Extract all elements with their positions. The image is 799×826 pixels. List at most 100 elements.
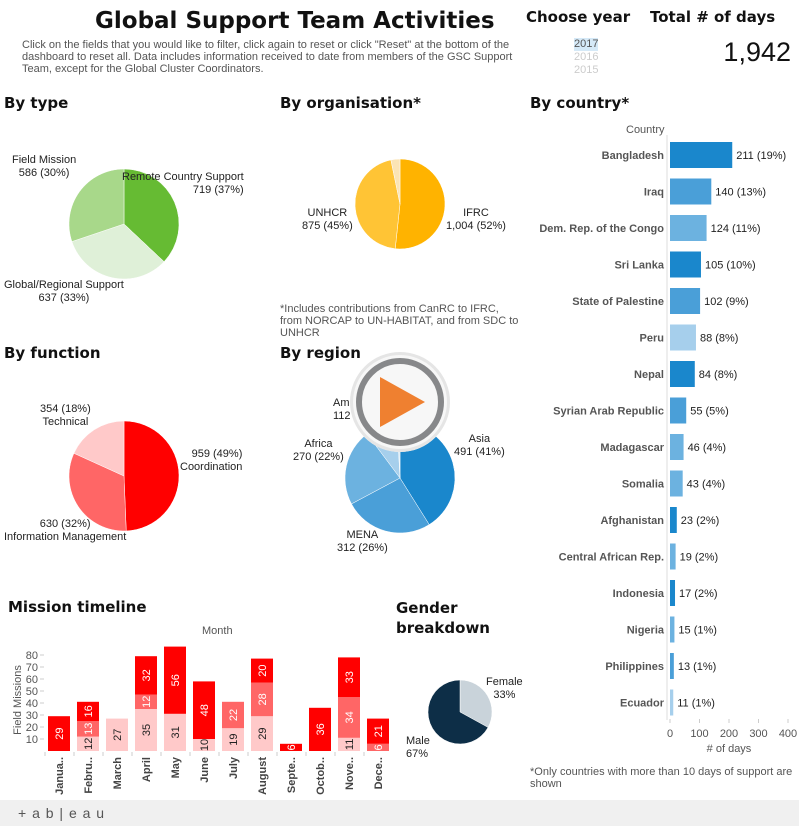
timeline-y-tick-label: 30 [26,710,38,722]
timeline-segment-label: 34 [344,711,356,723]
org-slice-ifrc[interactable] [394,158,446,250]
country-bar[interactable] [670,361,695,387]
timeline-y-tick-label: 40 [26,698,38,710]
timeline-y-tick-label: 80 [26,650,38,662]
timeline-column-header: Month [202,625,233,637]
timeline-segment-label: 10 [199,739,211,751]
timeline-month-label: Dece.. [373,757,385,789]
region-label-mena: MENA 312 (26%) [337,529,388,554]
country-bar[interactable] [670,507,677,533]
timeline-segment-label: 12 [83,738,95,750]
country-label: Bangladesh [602,150,665,162]
country-bar[interactable] [670,397,687,424]
type-label-field-mission: Field Mission 586 (30%) [12,154,77,179]
timeline-segment-label: 35 [141,724,153,736]
country-value-label: 46 (4%) [688,442,727,454]
timeline-month-label: Nove.. [344,757,356,790]
country-label: Somalia [622,479,665,491]
region-label-asia: Asia 491 (41%) [454,433,505,458]
country-value-label: 124 (11%) [711,223,761,235]
timeline-segment-label: 19 [228,733,240,745]
country-value-label: 102 (9%) [704,296,749,308]
country-bar[interactable] [670,689,674,716]
country-value-label: 88 (8%) [700,333,739,345]
country-label: Central African Rep. [559,552,664,564]
timeline-month-label: Septe.. [286,757,298,793]
country-bar[interactable] [670,543,676,570]
timeline-segment-label: 29 [257,727,269,739]
timeline-month-label: Janua.. [54,757,66,795]
gender-label-female: Female 33% [486,676,523,701]
organisation-note: *Includes contributions from CanRC to IF… [280,303,519,339]
timeline-bar-chart: Field Missions102030405060708029Janua..1… [12,646,389,795]
country-bar[interactable] [670,215,707,241]
timeline-segment-label: 32 [141,669,153,681]
country-bar[interactable] [670,178,712,205]
org-label-unhcr: UNHCR 875 (45%) [302,207,353,232]
type-label-global: Global/Regional Support 637 (33%) [4,279,124,304]
org-label-ifrc: IFRC 1,004 (52%) [446,207,506,232]
timeline-segment-label: 27 [112,729,124,741]
timeline-y-tick-label: 10 [26,734,38,746]
country-label: Madagascar [600,442,664,454]
play-button[interactable] [350,352,450,452]
timeline-segment-label: 6 [286,744,298,750]
country-bar[interactable] [670,470,683,497]
timeline-month-label: July [228,756,240,779]
function-label-im: 630 (32%) Information Management [4,518,127,543]
play-icon [380,377,425,427]
timeline-segment-label: 6 [373,744,385,750]
country-value-label: 23 (2%) [681,515,720,527]
country-label: Peru [640,333,664,345]
timeline-segment-label: 56 [170,674,182,686]
timeline-segment-label: 31 [170,726,182,738]
country-label: Dem. Rep. of the Congo [539,223,664,235]
country-axis-title: # of days [707,743,752,755]
timeline-segment-label: 11 [344,739,356,750]
timeline-segment-label: 21 [373,725,385,737]
country-bar[interactable] [670,251,701,278]
timeline-segment-label: 13 [83,723,95,735]
org-slice-unhcr[interactable] [354,159,401,250]
timeline-y-tick-label: 60 [26,674,38,686]
country-bar-chart: Bangladesh 211 (19%) Iraq 140 (13%) Dem. Rep… [539,135,797,755]
country-value-label: 15 (1%) [678,625,717,637]
country-label: Iraq [644,187,664,199]
country-bar[interactable] [670,653,674,679]
country-bar[interactable] [670,142,733,168]
timeline-segment-label: 48 [199,704,211,716]
function-slice-coordination[interactable] [123,420,180,532]
country-label: Syrian Arab Republic [553,406,664,418]
tableau-logo[interactable]: + a b | e a u [18,805,105,821]
timeline-segment-label: 29 [54,727,66,739]
timeline-y-axis-title: Field Missions [12,665,24,735]
country-note: *Only countries with more than 10 days o… [530,766,793,790]
country-value-label: 19 (2%) [680,552,719,564]
country-label: Nigeria [627,625,665,637]
country-value-label: 17 (2%) [679,588,718,600]
country-axis-tick-label: 300 [749,728,767,740]
country-axis-tick-label: 0 [667,728,673,740]
timeline-segment-label: 22 [228,709,240,721]
timeline-segment-label: 12 [141,696,153,708]
timeline-month-label: April [141,757,153,782]
country-bar[interactable] [670,580,676,606]
gender-label-male: Male 67% [406,735,430,760]
timeline-month-label: June [199,757,211,783]
country-bar[interactable] [670,434,684,460]
country-bar[interactable] [670,288,701,314]
timeline-month-label: Octob.. [315,757,327,795]
country-bar[interactable] [670,324,696,351]
timeline-segment-label: 20 [257,664,269,676]
timeline-y-tick-label: 50 [26,686,38,698]
country-bar[interactable] [670,616,675,643]
country-label: Afghanistan [600,515,664,527]
country-axis-tick-label: 100 [690,728,708,740]
country-value-label: 140 (13%) [715,187,766,199]
timeline-month-label: May [170,756,182,778]
country-label: Sri Lanka [614,260,664,272]
timeline-y-tick-label: 20 [26,722,38,734]
timeline-segment-label: 36 [315,723,327,735]
country-label: Ecuador [620,698,665,710]
country-value-label: 43 (4%) [687,479,726,491]
